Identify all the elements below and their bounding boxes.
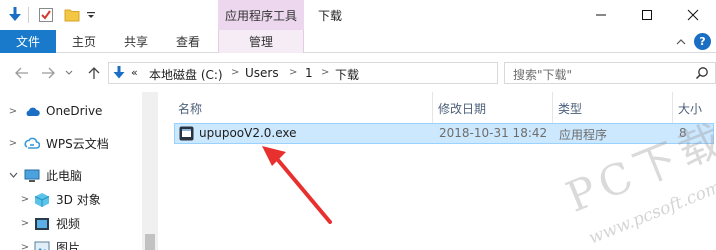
minimize-icon[interactable] xyxy=(578,0,624,30)
computer-icon xyxy=(24,169,40,182)
file-date-modified: 2018-10-31 18:42 xyxy=(439,126,548,140)
file-type: 应用程序 xyxy=(559,128,608,142)
sidebar-item-videos[interactable]: > 视频 xyxy=(0,212,142,234)
search-icon[interactable] xyxy=(695,66,709,80)
video-icon xyxy=(35,218,49,230)
breadcrumb-overflow[interactable]: « xyxy=(131,66,138,79)
sidebar-scrollbar-thumb[interactable] xyxy=(145,234,155,250)
column-header-type[interactable]: 类型 xyxy=(558,97,582,119)
address-bar[interactable]: « 本地磁盘 (C:) > Users > 1 > 下载 xyxy=(108,62,595,84)
expand-arrow-icon[interactable]: > xyxy=(8,106,18,117)
sidebar-item-wps-cloud[interactable]: > WPS云文档 xyxy=(0,132,142,154)
breadcrumb-separator-icon[interactable]: > xyxy=(289,67,297,78)
sidebar-item-3d-objects[interactable]: > 3D 对象 xyxy=(0,188,142,210)
tab-file[interactable]: 文件 xyxy=(0,30,56,53)
sidebar-item-onedrive[interactable]: > OneDrive xyxy=(0,100,142,122)
close-icon[interactable] xyxy=(670,0,716,30)
sidebar-scrollbar[interactable] xyxy=(142,92,158,250)
expand-arrow-icon[interactable]: > xyxy=(20,242,30,250)
maximize-icon[interactable] xyxy=(624,0,670,30)
breadcrumb-local-disk[interactable]: 本地磁盘 (C:) xyxy=(149,66,223,83)
column-divider[interactable] xyxy=(552,92,553,124)
breadcrumb-separator-icon[interactable]: > xyxy=(231,67,239,78)
breadcrumb-downloads[interactable]: 下载 xyxy=(335,66,359,83)
breadcrumb-separator-icon[interactable]: > xyxy=(321,67,329,78)
expand-ribbon-icon[interactable] xyxy=(674,35,688,49)
recent-locations-icon[interactable] xyxy=(62,63,76,83)
application-file-icon xyxy=(179,126,194,141)
customize-dropdown-icon[interactable] xyxy=(84,5,98,25)
up-icon[interactable] xyxy=(84,63,104,83)
wps-cloud-icon xyxy=(24,137,40,149)
column-divider[interactable] xyxy=(432,92,433,124)
new-folder-icon[interactable] xyxy=(62,5,82,25)
collapse-arrow-icon[interactable] xyxy=(8,170,18,180)
sidebar-item-this-pc[interactable]: 此电脑 xyxy=(0,164,142,186)
search-box[interactable]: 搜索"下载" xyxy=(504,62,716,84)
ribbon-tab-row: 文件 主页 共享 查看 管理 ? xyxy=(0,30,716,53)
properties-icon[interactable] xyxy=(36,5,56,25)
file-name[interactable]: upupooV2.0.exe xyxy=(199,126,297,140)
location-download-icon xyxy=(113,66,125,79)
quick-access-separator xyxy=(28,7,29,23)
expand-arrow-icon[interactable]: > xyxy=(8,138,18,149)
quick-access-download-icon[interactable] xyxy=(6,5,24,25)
tab-home[interactable]: 主页 xyxy=(72,30,96,53)
back-icon[interactable] xyxy=(12,63,32,83)
sidebar-item-pictures[interactable]: > 图片 xyxy=(0,236,142,250)
expand-arrow-icon[interactable]: > xyxy=(20,194,30,205)
breadcrumb-user-1[interactable]: 1 xyxy=(305,66,313,80)
tab-view[interactable]: 查看 xyxy=(176,30,200,53)
help-icon[interactable]: ? xyxy=(694,33,711,50)
expand-arrow-icon[interactable]: > xyxy=(20,218,30,229)
cube-icon xyxy=(34,193,50,207)
tab-share[interactable]: 共享 xyxy=(124,30,148,53)
column-header-date-modified[interactable]: 修改日期 xyxy=(438,97,486,119)
forward-icon[interactable] xyxy=(38,63,58,83)
search-placeholder[interactable]: 搜索"下载" xyxy=(513,66,572,83)
context-tab-application-tools: 应用程序工具 xyxy=(218,0,304,30)
column-divider[interactable] xyxy=(672,92,673,124)
picture-icon xyxy=(34,241,50,250)
breadcrumb-users[interactable]: Users xyxy=(245,66,279,80)
tab-manage[interactable]: 管理 xyxy=(218,30,304,53)
navigation-pane: > OneDrive > WPS云文档 此电脑 > 3D 对象 > 视频 > 图… xyxy=(0,92,158,250)
title-bar: 应用程序工具 下载 xyxy=(0,0,716,30)
address-row: « 本地磁盘 (C:) > Users > 1 > 下载 搜索"下载" xyxy=(0,54,716,92)
window-title: 下载 xyxy=(318,9,343,23)
cloud-icon xyxy=(26,107,40,116)
column-header-name[interactable]: 名称 xyxy=(178,97,202,119)
